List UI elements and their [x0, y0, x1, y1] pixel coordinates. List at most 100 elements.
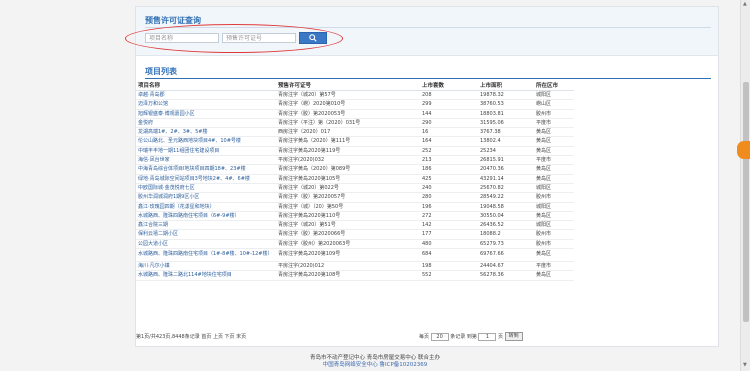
column-header: 预售许可证号 — [276, 80, 420, 91]
table-row[interactable]: 伦公山路北、圣元路西地块项目4#、10#号楼 青房注字黄岛（2020）第111号 1… — [136, 136, 574, 147]
project-name-cell[interactable]: 迈泽万和公馆 — [136, 99, 276, 110]
project-name-cell[interactable]: 龙湖高端1#、2#、3#、5#楼 — [136, 127, 276, 138]
permit-number-cell: 青房注字（胶）第2020057号 — [276, 192, 420, 203]
area-cell: 38760.53 — [478, 99, 534, 110]
project-name-cell[interactable]: 绿地·青岛城际空间站项目3号地块2#、4#、6#楼 — [136, 174, 276, 184]
units-cell: 177 — [420, 229, 478, 240]
table-row[interactable]: 迈泽万和公馆 青房注字（崂）2020第010号 299 38760.53 崂山区 — [136, 99, 574, 110]
area-cell: 26815.91 — [478, 155, 534, 166]
pager-summary: 第1页/共423页,8448条记录 — [136, 334, 200, 340]
units-cell: 164 — [420, 136, 478, 147]
project-name-cell[interactable]: 金悦府 — [136, 118, 276, 129]
table-row[interactable]: 鑫江·玫瑰园四期（花漾星和地块） 青房注字（城）（20）第50号 196 19048.… — [136, 202, 574, 212]
permit-number-cell: 青房注字（城20）第51号 — [276, 220, 420, 231]
project-name-cell[interactable]: 中欧国际城·金茂悦府七区 — [136, 183, 276, 194]
area-cell: 43291.14 — [478, 174, 534, 184]
project-name-cell[interactable]: 鑫江合院三期 — [136, 220, 276, 231]
project-name-cell[interactable]: 卓越·青岛郡 — [136, 90, 276, 101]
table-row[interactable]: 绿地·青岛城际空间站项目3号地块2#、4#、6#楼 青房注字黄岛2020第105号… — [136, 174, 574, 184]
project-table: 项目名称 预售许可证号 上市套数 上市面积 所在区市 卓越·青岛郡 青房注字（城2… — [136, 80, 574, 281]
first-page-link[interactable]: 首页 — [201, 334, 211, 340]
page-size-control: 每页 20 条记录 到第 1 页 转到 — [419, 332, 523, 342]
units-cell: 299 — [420, 99, 478, 110]
project-name-cell[interactable]: 水城路西、隆珠四路南住宅项目（6#-9#楼） — [136, 211, 276, 222]
goto-button[interactable]: 转到 — [504, 332, 523, 341]
permit-number-cell: 西房注字（2020）017 — [276, 127, 420, 138]
scroll-down-icon[interactable]: ▼ — [743, 362, 747, 368]
district-cell: 平度市 — [534, 155, 574, 166]
area-cell: 19048.58 — [478, 202, 534, 212]
units-cell: 240 — [420, 183, 478, 194]
table-row[interactable]: 保利云禧二期小区 青房注字（胶）第2020066号 177 18088.2 胶州市 — [136, 229, 574, 240]
project-name-cell[interactable]: 公园大道小区 — [136, 239, 276, 250]
permit-number-cell: 青房注字黄岛（2020）第111号 — [276, 136, 420, 147]
scrollbar[interactable]: ▲ ▼ — [740, 0, 750, 371]
district-cell: 黄岛区 — [534, 174, 574, 184]
units-cell: 198 — [420, 261, 478, 272]
project-name-cell[interactable]: 水城路西、隆珠二路北114#地块住宅项目 — [136, 270, 276, 281]
project-name-cell[interactable]: 保利云禧二期小区 — [136, 229, 276, 240]
table-row[interactable]: 水城路西、隆珠四路南住宅项目（6#-9#楼） 青房注字黄岛2020第110号 272… — [136, 211, 574, 222]
district-cell: 胶州市 — [534, 229, 574, 240]
units-cell: 16 — [420, 127, 478, 138]
table-row[interactable]: 胶州华润城润府1期9区小区 青房注字（胶）第2020057号 280 28549.22… — [136, 192, 574, 203]
main-panel: 预售许可证查询 项目名称 预售许可证号 项目列表 项目名称 预售许可证号 上市套… — [125, 6, 719, 347]
table-row[interactable]: 水城路西、隆珠四路南住宅项目（1#-8#楼、10#-12#楼） 青房注字黄岛202… — [136, 248, 574, 263]
district-cell: 平度市 — [534, 118, 574, 129]
permit-number-cell: 青房注字黄岛2020第110号 — [276, 211, 420, 222]
project-name-cell[interactable]: 旭辉银盛泰·博观嘉园小区 — [136, 109, 276, 119]
project-name-cell[interactable]: 海川·凡尔小镇 — [136, 261, 276, 272]
table-row[interactable]: 卓越·青岛郡 青房注字（城20）第57号 208 19878.32 城阳区 — [136, 90, 574, 101]
district-cell: 平度市 — [534, 261, 574, 272]
permit-number-cell: 青房注字（城20）第57号 — [276, 90, 420, 101]
project-name-cell[interactable]: 伦公山路北、圣元路西地块项目4#、10#号楼 — [136, 136, 276, 147]
table-row[interactable]: 公园大道小区 青房注字（胶州）第2020063号 480 65279.73 胶州市 — [136, 239, 574, 250]
table-row[interactable]: 旭辉银盛泰·博观嘉园小区 青房注字（胶）第2020053号 144 18803.81 胶… — [136, 109, 574, 119]
search-section: 预售许可证查询 项目名称 预售许可证号 — [125, 7, 718, 56]
list-title: 项目列表 — [145, 67, 177, 76]
next-page-link[interactable]: 下页 — [225, 334, 235, 340]
area-cell: 65279.73 — [478, 239, 534, 250]
per-page-input[interactable]: 20 — [430, 332, 449, 341]
project-name-cell[interactable]: 胶州华润城润府1期9区小区 — [136, 192, 276, 203]
table-row[interactable]: 水城路西、隆珠二路北114#地块住宅项目 青房注字黄岛2020第108号 552 56… — [136, 270, 574, 281]
table-row[interactable]: 龙湖高端1#、2#、3#、5#楼 西房注字（2020）017 16 3767.38 黄岛… — [136, 127, 574, 138]
area-cell: 20470.36 — [478, 164, 534, 175]
units-cell: 280 — [420, 192, 478, 203]
goto-page-input[interactable]: 1 — [478, 332, 497, 341]
scroll-thumb[interactable] — [743, 82, 749, 322]
table-row[interactable]: 鑫江合院三期 青房注字（城20）第51号 142 26436.52 城阳区 — [136, 220, 574, 231]
table-row[interactable]: 海川·凡尔小镇 平房注字(2020)012 198 24404.67 平度市 — [136, 261, 574, 272]
table-row[interactable]: 中欧国际城·金茂悦府七区 青房注字（城20）第022号 240 25670.82 城阳区 — [136, 183, 574, 194]
area-cell: 25234 — [478, 146, 534, 157]
table-row[interactable]: 金悦府 青房注字（平注）第（2020）031号 290 31595.06 平度市 — [136, 118, 574, 129]
highlight-circle — [125, 24, 343, 53]
project-name-cell[interactable]: 海信·凤台世家 — [136, 155, 276, 166]
scroll-up-icon[interactable]: ▲ — [743, 1, 747, 7]
district-cell: 胶州市 — [534, 239, 574, 250]
table-row[interactable]: 中瑞丰丰地一期11组团住宅建设项目 青房注字黄岛2020第119号 252 25234… — [136, 146, 574, 157]
district-cell: 胶州市 — [534, 192, 574, 203]
table-row[interactable]: 中海青岛综合体项目I地块项目四期18#、23#楼 青房注字黄岛（2020）第089… — [136, 164, 574, 175]
units-cell: 252 — [420, 146, 478, 157]
footer-line: 青岛市不动产登记中心 青岛市房屋交易中心 联合主办 — [310, 355, 440, 361]
footer: 青岛市不动产登记中心 青岛市房屋交易中心 联合主办 中国青岛网络安全中心 鲁IC… — [0, 355, 750, 369]
last-page-link[interactable]: 末页 — [236, 334, 246, 340]
permit-number-cell: 平房注字(2020)012 — [276, 261, 420, 272]
project-name-cell[interactable]: 水城路西、隆珠四路南住宅项目（1#-8#楼、10#-12#楼） — [136, 248, 276, 263]
floating-side-tab[interactable] — [737, 141, 750, 159]
footer-line: 中国青岛网络安全中心 鲁ICP备10202369 — [322, 362, 428, 368]
area-cell: 3767.38 — [478, 127, 534, 138]
permit-number-cell: 平房注字(2020)032 — [276, 155, 420, 166]
area-cell: 30550.04 — [478, 211, 534, 222]
prev-page-link[interactable]: 上页 — [213, 334, 223, 340]
area-cell: 18088.2 — [478, 229, 534, 240]
table-row[interactable]: 海信·凤台世家 平房注字(2020)032 213 26815.91 平度市 — [136, 155, 574, 166]
permit-number-cell: 青房注字（崂）2020第010号 — [276, 99, 420, 110]
project-name-cell[interactable]: 中瑞丰丰地一期11组团住宅建设项目 — [136, 146, 276, 157]
pagination-bar: 第1页/共423页,8448条记录 首页 上页 下页 末页 每页 20 条记录 … — [136, 332, 716, 342]
district-cell: 黄岛区 — [534, 136, 574, 147]
units-cell: 290 — [420, 118, 478, 129]
project-name-cell[interactable]: 鑫江·玫瑰园四期（花漾星和地块） — [136, 202, 276, 212]
project-name-cell[interactable]: 中海青岛综合体项目I地块项目四期18#、23#楼 — [136, 164, 276, 175]
